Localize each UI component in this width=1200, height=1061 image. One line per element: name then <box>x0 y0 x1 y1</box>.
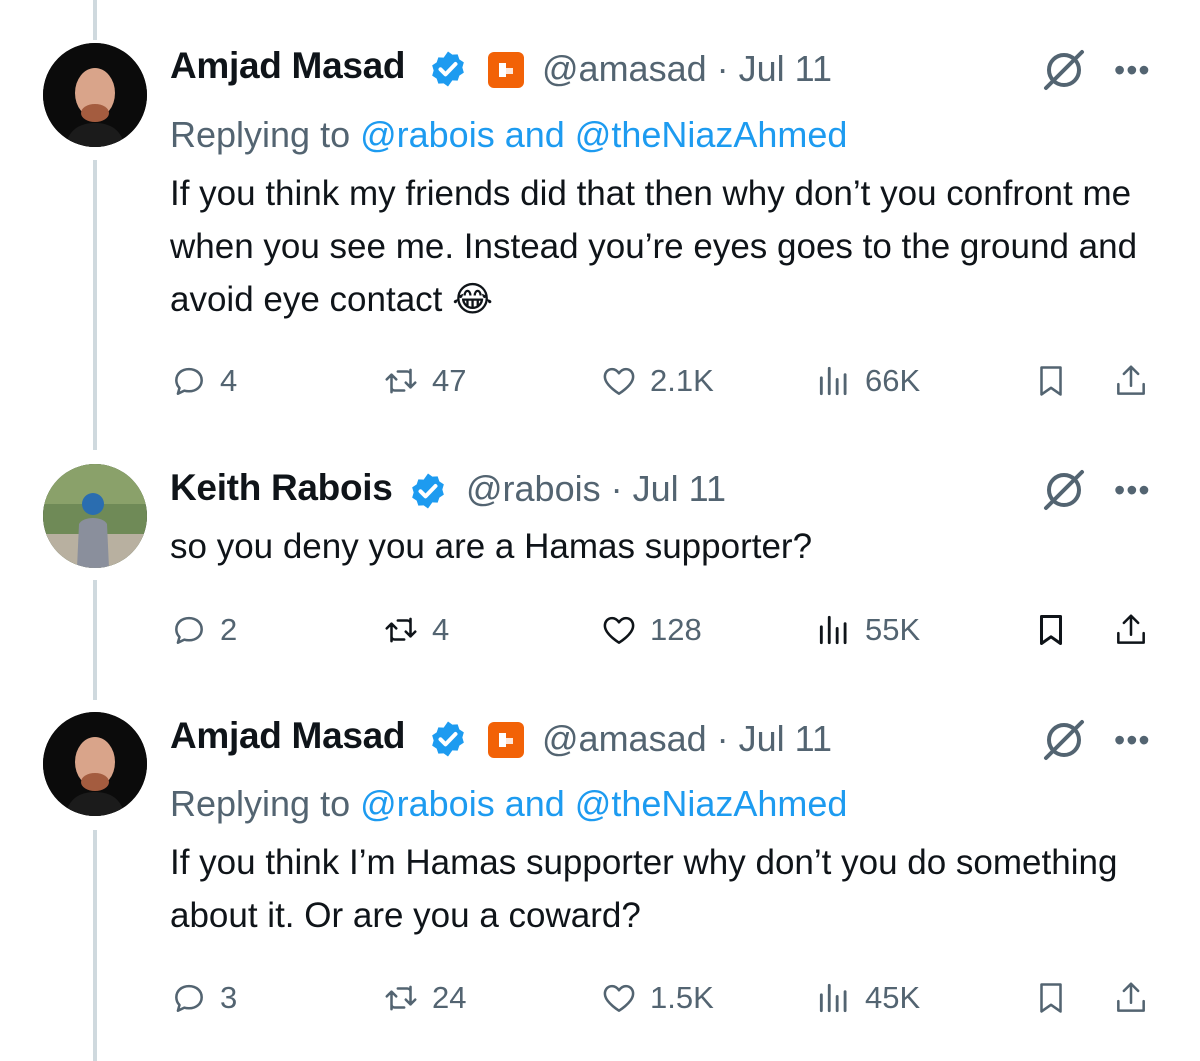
replit-logo-icon[interactable] <box>488 52 524 88</box>
author-name[interactable]: Amjad Masad <box>170 715 406 757</box>
reply-icon <box>175 984 203 1012</box>
retweet-count: 24 <box>432 980 467 1015</box>
view-count: 55K <box>865 612 921 647</box>
share-button[interactable] <box>1112 605 1150 655</box>
like-button[interactable]: 128 <box>600 605 702 655</box>
author-handle-date: @amasad · Jul 11 <box>542 718 832 760</box>
author-handle-date: @amasad · Jul 11 <box>542 48 832 90</box>
replying-prefix: Replying to <box>170 783 361 824</box>
replying-to: Replying to @rabois and @theNiazAhmed <box>170 783 847 825</box>
more-options-icon[interactable]: ••• <box>1114 472 1151 509</box>
more-options-icon[interactable]: ••• <box>1114 52 1151 89</box>
views-chart-icon <box>819 366 847 396</box>
author-handle[interactable]: @rabois <box>466 468 601 509</box>
bookmark-icon <box>1040 983 1062 1013</box>
like-count: 2.1K <box>650 363 714 398</box>
tweet-text: If you think my friends did that then wh… <box>170 174 1138 319</box>
retweet-icon <box>385 368 417 394</box>
avatar[interactable] <box>43 464 147 568</box>
bookmark-button[interactable] <box>1032 605 1070 655</box>
bookmark-button[interactable] <box>1032 356 1070 406</box>
retweet-count: 4 <box>432 612 450 647</box>
bookmark-icon <box>1040 366 1062 396</box>
replit-logo-icon[interactable] <box>488 722 524 758</box>
more-options-icon[interactable]: ••• <box>1114 722 1151 759</box>
bookmark-icon <box>1039 615 1063 645</box>
tweet[interactable]: Amjad Masad @amasad · Jul 11 ••• Replyin… <box>0 700 1200 1061</box>
reply-button[interactable]: 4 <box>170 356 237 406</box>
share-button[interactable] <box>1112 973 1150 1023</box>
views-button[interactable]: 55K <box>815 605 920 655</box>
avatar[interactable] <box>43 43 147 147</box>
tweet-date[interactable]: Jul 11 <box>633 468 726 509</box>
tweet-date[interactable]: Jul 11 <box>739 718 832 759</box>
views-chart-icon <box>819 615 847 645</box>
reply-icon <box>175 616 203 644</box>
retweet-button[interactable]: 4 <box>382 605 449 655</box>
avatar[interactable] <box>43 712 147 816</box>
verified-badge-icon <box>432 51 464 87</box>
bookmark-button[interactable] <box>1032 973 1070 1023</box>
retweet-icon <box>385 617 417 643</box>
grok-icon[interactable] <box>1040 466 1088 514</box>
reply-count: 4 <box>220 363 238 398</box>
action-bar: 3 24 1.5K 45K <box>170 973 1170 1023</box>
views-button[interactable]: 45K <box>815 973 920 1023</box>
grok-icon[interactable] <box>1040 716 1088 764</box>
action-bar: 2 4 128 55K <box>170 605 1170 655</box>
share-button[interactable] <box>1112 356 1150 406</box>
tweet-text: so you deny you are a Hamas supporter? <box>170 527 813 566</box>
like-button[interactable]: 2.1K <box>600 356 714 406</box>
author-handle-date: @rabois · Jul 11 <box>466 468 726 510</box>
verified-badge-icon <box>412 473 444 509</box>
views-chart-icon <box>819 983 847 1013</box>
reply-button[interactable]: 2 <box>170 605 237 655</box>
replying-mentions[interactable]: @rabois and @theNiazAhmed <box>360 783 847 824</box>
retweet-button[interactable]: 47 <box>382 356 466 406</box>
like-button[interactable]: 1.5K <box>600 973 714 1023</box>
retweet-button[interactable]: 24 <box>382 973 466 1023</box>
author-handle[interactable]: @amasad <box>542 718 707 759</box>
reply-count: 2 <box>220 612 238 647</box>
reply-button[interactable]: 3 <box>170 973 237 1023</box>
separator: · <box>610 468 623 509</box>
tweet-date[interactable]: Jul 11 <box>739 48 832 89</box>
views-button[interactable]: 66K <box>815 356 920 406</box>
retweet-count: 47 <box>432 363 467 398</box>
verified-badge-icon <box>432 721 464 757</box>
author-name[interactable]: Keith Rabois <box>170 467 393 509</box>
heart-icon <box>603 616 635 644</box>
tweet[interactable]: Keith Rabois @rabois · Jul 11 ••• so you… <box>0 450 1200 700</box>
like-count: 128 <box>650 612 702 647</box>
heart-icon <box>603 984 635 1012</box>
share-icon <box>1117 365 1145 395</box>
view-count: 45K <box>865 980 921 1015</box>
reply-count: 3 <box>220 980 238 1015</box>
retweet-icon <box>385 985 417 1011</box>
replying-to: Replying to @rabois and @theNiazAhmed <box>170 114 847 156</box>
tweet-text: If you think I’m Hamas supporter why don… <box>170 843 1118 935</box>
replying-mentions[interactable]: @rabois and @theNiazAhmed <box>360 114 847 155</box>
author-handle[interactable]: @amasad <box>542 48 707 89</box>
like-count: 1.5K <box>650 980 714 1015</box>
view-count: 66K <box>865 363 921 398</box>
share-icon <box>1117 614 1145 644</box>
tweet[interactable]: Amjad Masad @amasad · Jul 11 ••• Replyin… <box>0 0 1200 450</box>
separator: · <box>716 718 729 759</box>
action-bar: 4 47 2.1K 66K <box>170 356 1170 406</box>
grok-icon[interactable] <box>1040 46 1088 94</box>
author-name[interactable]: Amjad Masad <box>170 45 406 87</box>
replying-prefix: Replying to <box>170 114 361 155</box>
reply-icon <box>175 367 203 395</box>
share-icon <box>1117 982 1145 1012</box>
heart-icon <box>603 367 635 395</box>
separator: · <box>716 48 729 89</box>
